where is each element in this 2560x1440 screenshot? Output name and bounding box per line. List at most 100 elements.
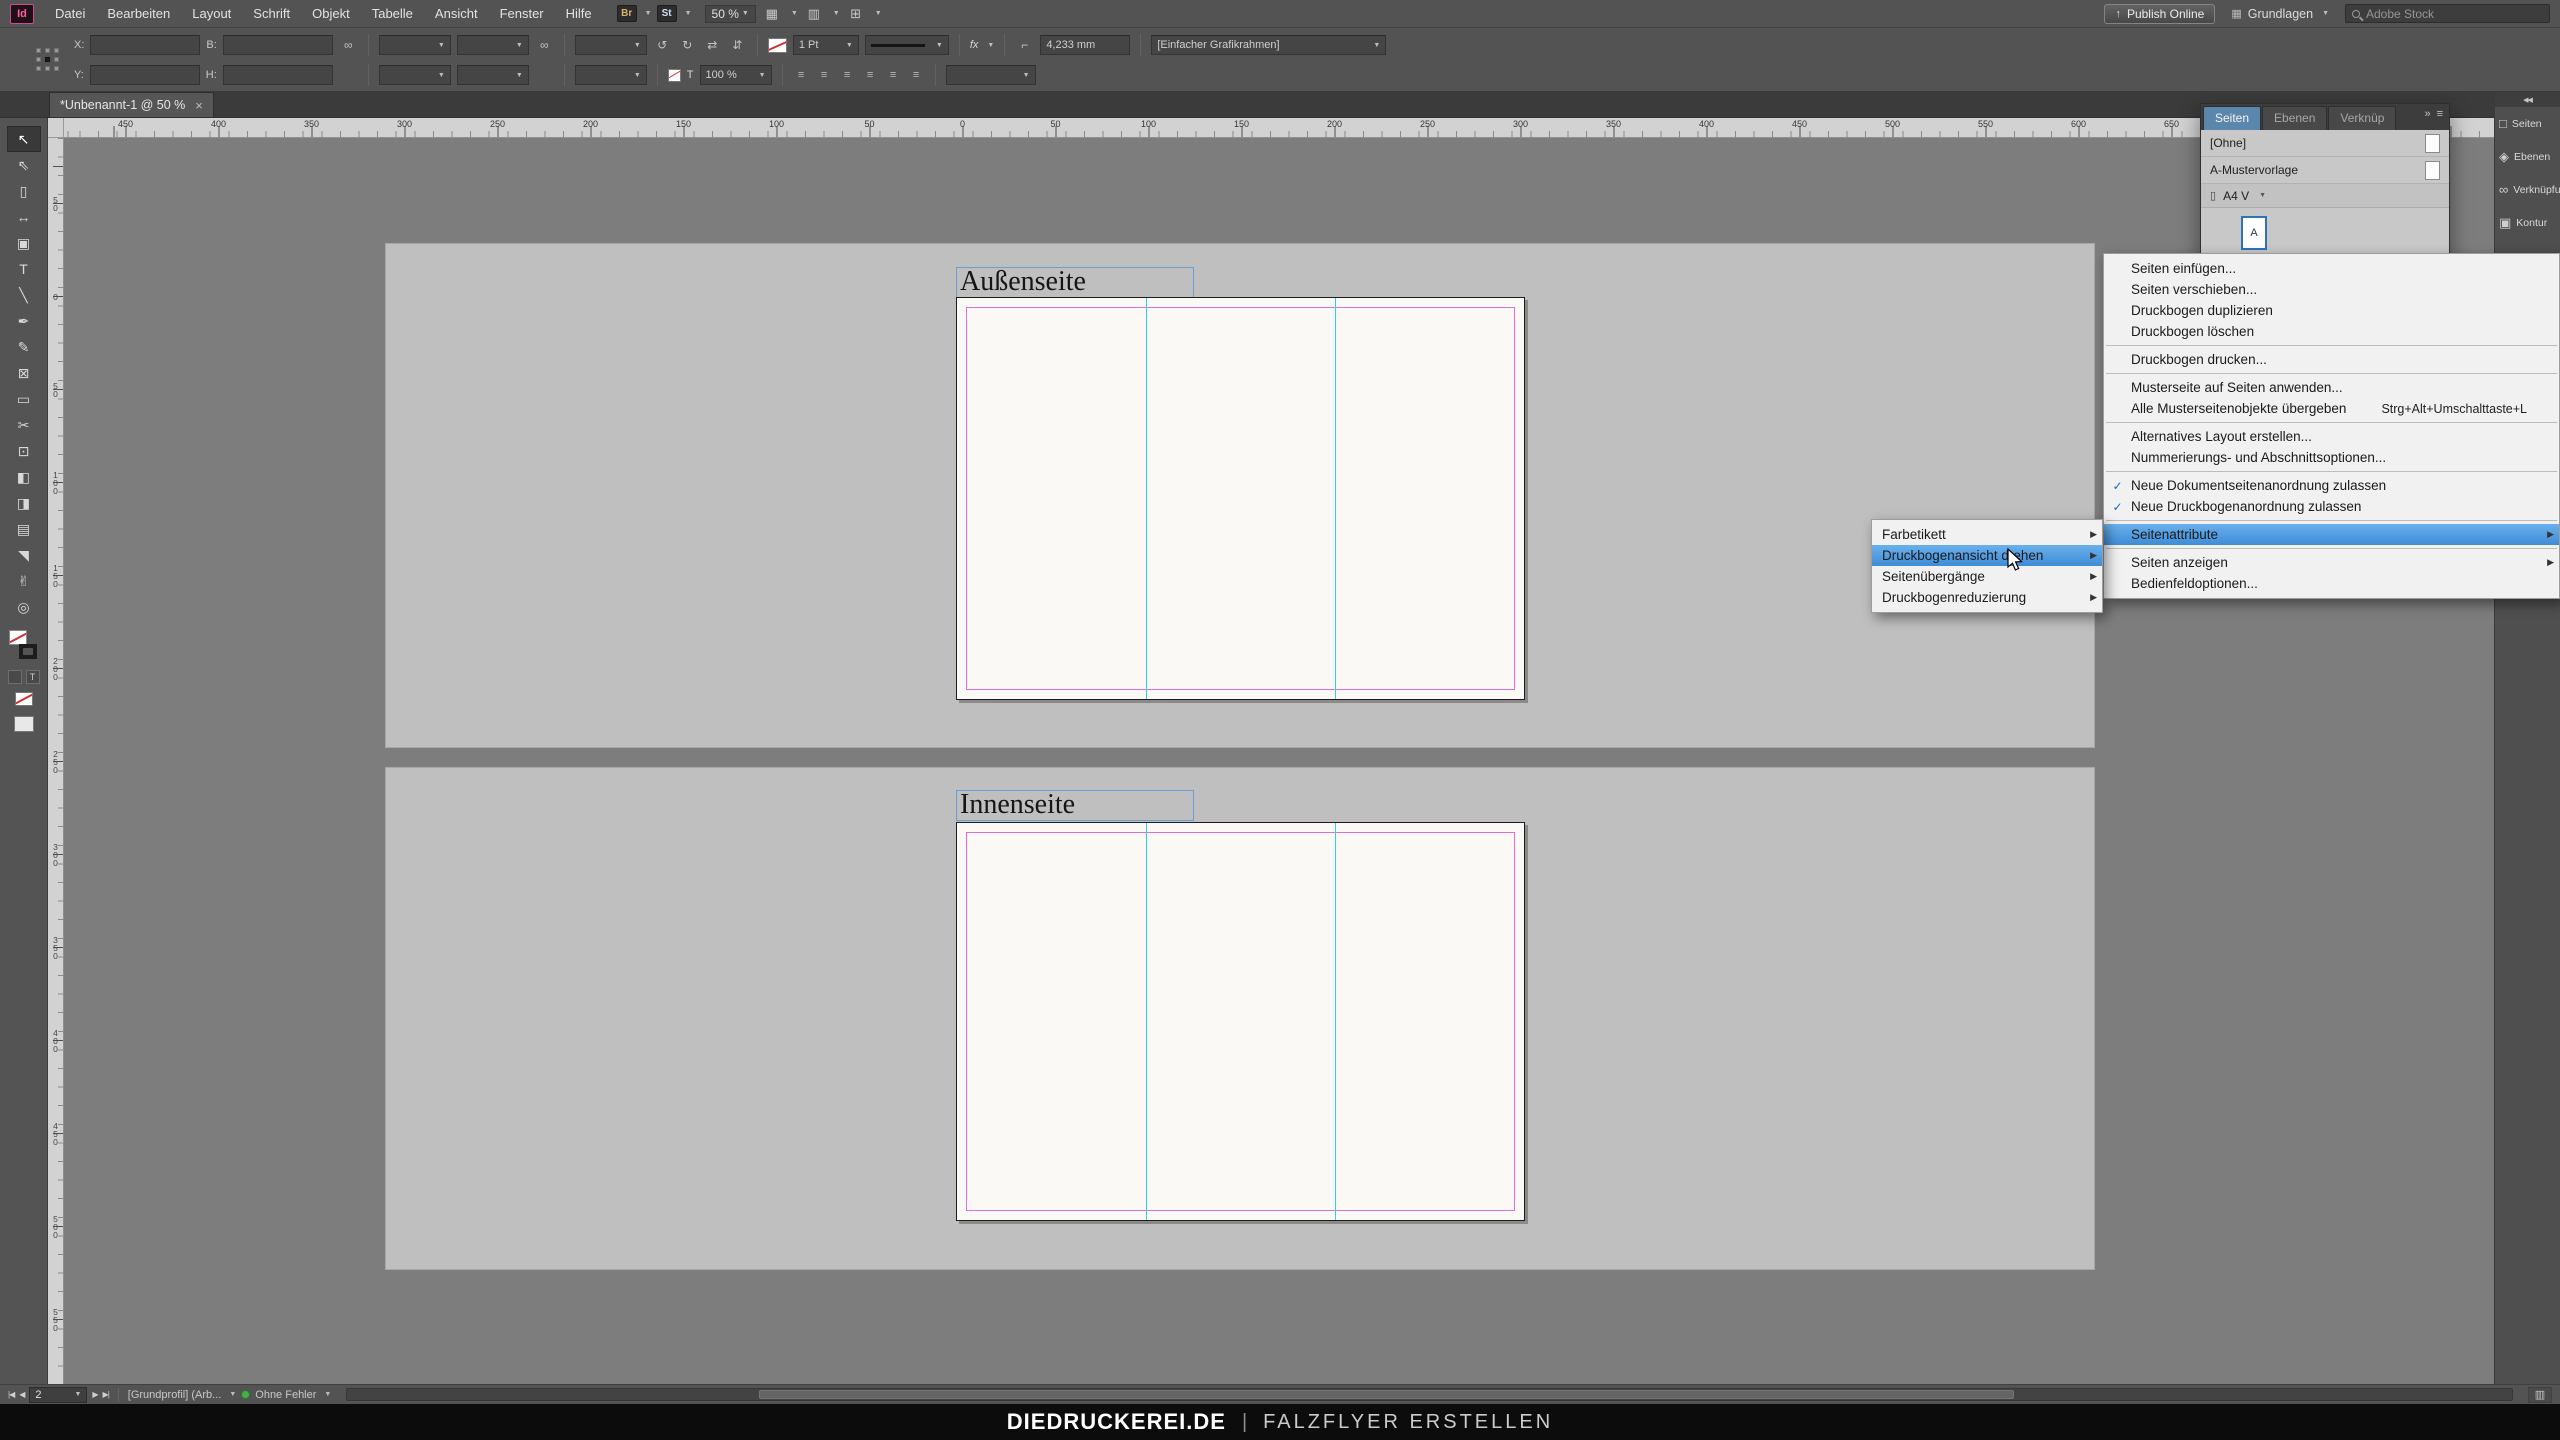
document-tab[interactable]: *Unbenannt-1 @ 50 % × xyxy=(49,92,214,117)
gap-tool[interactable]: ↔ xyxy=(7,204,41,230)
free-transform-tool[interactable]: ⊡ xyxy=(7,438,41,464)
dock-panel-button[interactable]: ◈ Ebenen xyxy=(2495,140,2560,173)
type-tool[interactable]: T xyxy=(7,256,41,282)
context-menu-item[interactable]: Druckbogen löschen xyxy=(2104,321,2559,342)
context-menu-item[interactable] xyxy=(2104,342,2559,349)
screen-mode-icon[interactable]: ▥ xyxy=(803,4,825,23)
formatting-affects-container-icon[interactable] xyxy=(8,670,22,684)
master-page-row[interactable]: [Ohne] xyxy=(2201,130,2449,157)
panel-menu-icon[interactable]: ≡ xyxy=(2437,108,2443,120)
x-position-field[interactable] xyxy=(90,35,200,55)
fill-swatch-none[interactable] xyxy=(9,630,27,645)
chevron-down-icon[interactable]: ▼ xyxy=(875,10,882,17)
split-view-icon[interactable]: ▥ xyxy=(2528,1387,2552,1403)
hand-tool[interactable]: ✌ xyxy=(7,568,41,594)
panel-tab[interactable]: Seiten xyxy=(2203,106,2261,130)
view-mode-button[interactable] xyxy=(14,716,34,732)
note-tool[interactable]: ▤ xyxy=(7,516,41,542)
panel-tab[interactable]: Verknüp xyxy=(2328,106,2396,130)
search-input[interactable] xyxy=(2366,7,2543,21)
width-field[interactable] xyxy=(223,35,333,55)
flip-vertical-icon[interactable]: ⇵ xyxy=(728,36,747,55)
workspace-switcher[interactable]: ▦Grundlagen▼ xyxy=(2231,7,2329,21)
rectangle-frame-tool[interactable]: ⊠ xyxy=(7,360,41,386)
chevron-down-icon[interactable]: ▼ xyxy=(987,42,994,49)
eyedropper-tool[interactable]: ◥ xyxy=(7,542,41,568)
page-tool[interactable]: ▯ xyxy=(7,178,41,204)
previous-page-button[interactable]: ◀ xyxy=(19,1390,24,1399)
scrollbar-thumb[interactable] xyxy=(759,1390,2014,1399)
preflight-profile[interactable]: [Grundprofil] (Arb... xyxy=(128,1389,222,1401)
menubar-item[interactable]: Datei xyxy=(44,0,96,27)
vertical-ruler[interactable]: 50050100150200250300350400450500550 xyxy=(48,138,64,1384)
rectangle-tool[interactable]: ▭ xyxy=(7,386,41,412)
stroke-color-none-swatch[interactable] xyxy=(768,38,787,53)
fill-color-none-swatch[interactable] xyxy=(668,69,681,82)
gradient-feather-tool[interactable]: ◨ xyxy=(7,490,41,516)
expand-panels-icon[interactable]: ◀◀ xyxy=(2495,92,2560,107)
menubar-item[interactable]: Hilfe xyxy=(555,0,603,27)
apply-none-button[interactable] xyxy=(15,692,33,706)
submenu-item[interactable]: Farbetikett xyxy=(1872,524,2102,545)
object-style-select[interactable]: [Einfacher Grafikrahmen]▼ xyxy=(1151,35,1386,55)
stroke-swatch[interactable] xyxy=(19,644,37,659)
context-menu-item[interactable]: Nummerierungs- und Abschnittsoptionen... xyxy=(2104,447,2559,468)
chevron-down-icon[interactable]: ▼ xyxy=(791,10,798,17)
pen-tool[interactable]: ✒ xyxy=(7,308,41,334)
scissors-tool[interactable]: ✂ xyxy=(7,412,41,438)
horizontal-ruler[interactable]: 4504003503002502001501005005010015020025… xyxy=(64,118,2494,138)
context-menu-item[interactable]: Seiten einfügen... xyxy=(2104,258,2559,279)
formatting-affects-text-icon[interactable]: T xyxy=(687,69,694,81)
corner-radius-field[interactable]: 4,233 mm xyxy=(1040,35,1130,55)
preflight-status[interactable]: Ohne Fehler xyxy=(255,1389,316,1401)
align-right-icon[interactable]: ≡ xyxy=(839,67,856,84)
publish-online-button[interactable]: ↑Publish Online xyxy=(2104,4,2215,24)
arrange-documents-icon[interactable]: ⊞ xyxy=(845,4,867,23)
context-menu-item[interactable] xyxy=(2104,370,2559,377)
context-menu-item[interactable]: Seiten verschieben... xyxy=(2104,279,2559,300)
height-field[interactable] xyxy=(223,65,333,85)
pencil-tool[interactable]: ✎ xyxy=(7,334,41,360)
context-menu-item[interactable]: Musterseite auf Seiten anwenden... xyxy=(2104,377,2559,398)
pasteboard-spread-2[interactable]: Innenseite xyxy=(385,767,2095,1270)
first-page-button[interactable]: |◀ xyxy=(8,1390,14,1399)
menubar-item[interactable]: Tabelle xyxy=(361,0,424,27)
submenu-item[interactable]: Druckbogenreduzierung xyxy=(1872,587,2102,608)
page-thumbnail-selected[interactable]: A xyxy=(2241,216,2267,250)
dock-panel-button[interactable]: ▣ Kontur xyxy=(2495,206,2560,239)
zoom-tool[interactable]: ◎ xyxy=(7,594,41,620)
direct-selection-tool[interactable]: ⇖ xyxy=(7,152,41,178)
align-top-icon[interactable]: ≡ xyxy=(862,67,879,84)
scale-percent-x-field[interactable]: ▼ xyxy=(379,65,451,85)
reference-point-proxy[interactable] xyxy=(36,48,60,72)
stroke-weight-field[interactable]: 1 Pt▼ xyxy=(793,35,859,55)
selection-tool[interactable]: ↖ xyxy=(7,126,41,152)
flip-horizontal-icon[interactable]: ⇄ xyxy=(703,36,722,55)
context-menu-item[interactable]: Seitenattribute xyxy=(2104,524,2559,545)
outside-label-text-frame[interactable]: Außenseite xyxy=(956,267,1194,298)
panel-tab[interactable]: Ebenen xyxy=(2262,106,2327,130)
chevron-down-icon[interactable]: ▼ xyxy=(833,10,840,17)
pasteboard-spread-1[interactable]: Außenseite xyxy=(385,243,2095,748)
rotate-cw-icon[interactable]: ↻ xyxy=(678,36,697,55)
master-page-row[interactable]: A-Mustervorlage xyxy=(2201,157,2449,184)
content-collector-tool[interactable]: ▣ xyxy=(7,230,41,256)
horizontal-scrollbar[interactable] xyxy=(346,1388,2513,1401)
menubar-item[interactable]: Objekt xyxy=(301,0,361,27)
context-menu-item[interactable]: Seiten anzeigen xyxy=(2104,552,2559,573)
menubar-item[interactable]: Bearbeiten xyxy=(96,0,181,27)
formatting-affects-text-icon[interactable]: T xyxy=(26,670,40,684)
corner-options-icon[interactable]: ⌐ xyxy=(1015,36,1034,55)
tint-field[interactable]: 100 %▼ xyxy=(700,65,772,85)
chevron-down-icon[interactable]: ▼ xyxy=(229,1391,236,1398)
stroke-style-select[interactable]: ▼ xyxy=(865,35,949,55)
context-menu-item[interactable] xyxy=(2104,545,2559,552)
constrain-scale-icon[interactable]: ∞ xyxy=(535,36,554,55)
stock-button[interactable]: St xyxy=(657,5,677,22)
ruler-origin-corner[interactable] xyxy=(48,118,64,138)
next-page-button[interactable]: ▶ xyxy=(92,1390,97,1399)
menubar-item[interactable]: Schrift xyxy=(242,0,301,27)
align-bottom-icon[interactable]: ≡ xyxy=(908,67,925,84)
chevron-down-icon[interactable]: ▼ xyxy=(324,1391,331,1398)
page-spread-1[interactable] xyxy=(956,297,1525,700)
